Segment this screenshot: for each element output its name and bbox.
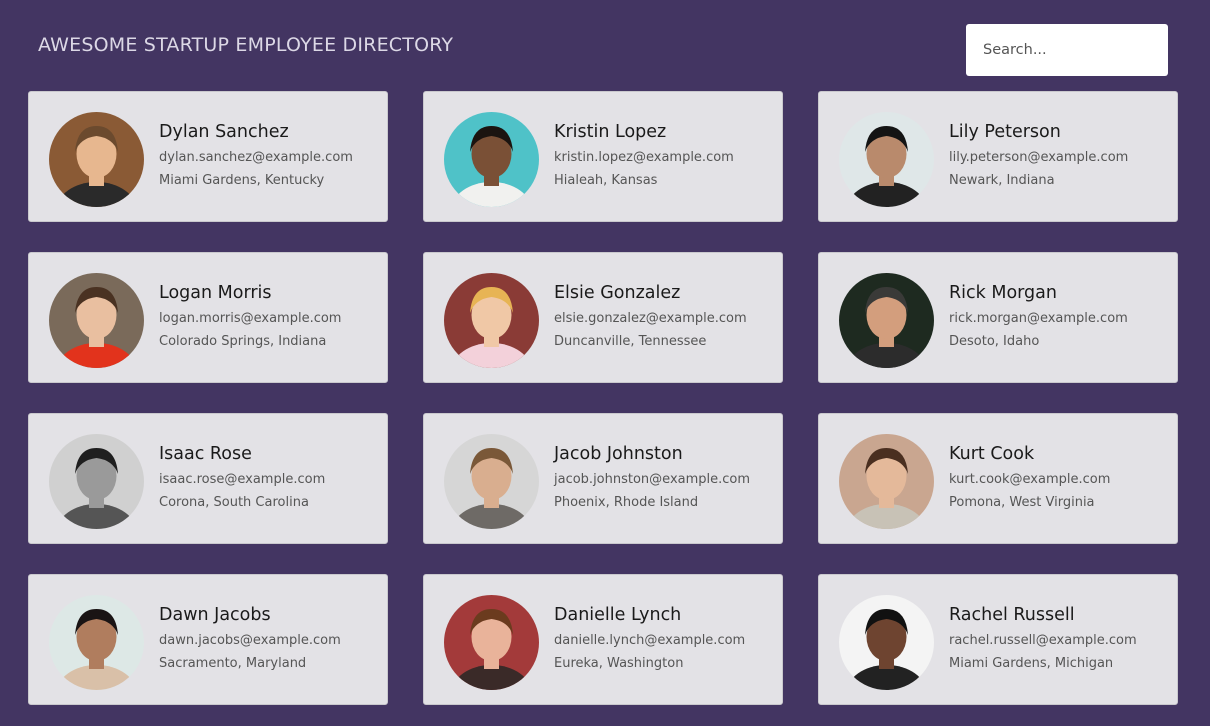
employee-location: Phoenix, Rhode Island <box>554 495 699 510</box>
employee-location: Duncanville, Tennessee <box>554 334 707 349</box>
employee-name: Kurt Cook <box>949 444 1035 464</box>
employee-name: Logan Morris <box>159 283 272 303</box>
employee-name: Rick Morgan <box>949 283 1057 303</box>
avatar <box>444 112 539 207</box>
employee-card[interactable]: Dawn Jacobs dawn.jacobs@example.com Sacr… <box>28 574 388 705</box>
employee-email: isaac.rose@example.com <box>159 472 326 487</box>
employee-email: kurt.cook@example.com <box>949 472 1111 487</box>
employee-card[interactable]: Jacob Johnston jacob.johnston@example.co… <box>423 413 783 544</box>
employee-email: kristin.lopez@example.com <box>554 150 734 165</box>
avatar <box>444 434 539 529</box>
avatar <box>49 434 144 529</box>
employee-card[interactable]: Kristin Lopez kristin.lopez@example.com … <box>423 91 783 222</box>
employee-location: Pomona, West Virginia <box>949 495 1095 510</box>
employee-location: Sacramento, Maryland <box>159 656 307 671</box>
employee-card[interactable]: Isaac Rose isaac.rose@example.com Corona… <box>28 413 388 544</box>
avatar <box>839 595 934 690</box>
employee-location: Eureka, Washington <box>554 656 684 671</box>
employee-name: Kristin Lopez <box>554 122 667 142</box>
employee-card[interactable]: Rachel Russell rachel.russell@example.co… <box>818 574 1178 705</box>
avatar <box>839 112 934 207</box>
employee-name: Dylan Sanchez <box>159 122 289 142</box>
employee-name: Danielle Lynch <box>554 605 682 625</box>
employee-name: Isaac Rose <box>159 444 252 464</box>
avatar <box>839 273 934 368</box>
employee-name: Elsie Gonzalez <box>554 283 681 303</box>
avatar <box>839 434 934 529</box>
employee-card[interactable]: Logan Morris logan.morris@example.com Co… <box>28 252 388 383</box>
employee-name: Lily Peterson <box>949 122 1061 142</box>
employee-email: elsie.gonzalez@example.com <box>554 311 747 326</box>
employee-location: Hialeah, Kansas <box>554 173 658 188</box>
employee-email: danielle.lynch@example.com <box>554 633 746 648</box>
employee-location: Colorado Springs, Indiana <box>159 334 327 349</box>
avatar <box>49 595 144 690</box>
employee-card[interactable]: Lily Peterson lily.peterson@example.com … <box>818 91 1178 222</box>
employee-grid: Dylan Sanchez dylan.sanchez@example.com … <box>28 91 1178 705</box>
employee-name: Dawn Jacobs <box>159 605 271 625</box>
employee-location: Miami Gardens, Michigan <box>949 656 1114 671</box>
employee-email: jacob.johnston@example.com <box>554 472 751 487</box>
avatar <box>444 595 539 690</box>
employee-name: Jacob Johnston <box>554 444 683 464</box>
employee-card[interactable]: Danielle Lynch danielle.lynch@example.co… <box>423 574 783 705</box>
employee-email: lily.peterson@example.com <box>949 150 1129 165</box>
page-title: AWESOME STARTUP EMPLOYEE DIRECTORY <box>38 34 454 56</box>
employee-email: logan.morris@example.com <box>159 311 342 326</box>
avatar <box>49 273 144 368</box>
employee-email: dawn.jacobs@example.com <box>159 633 341 648</box>
employee-card[interactable]: Dylan Sanchez dylan.sanchez@example.com … <box>28 91 388 222</box>
search-input[interactable] <box>966 24 1168 76</box>
employee-card[interactable]: Rick Morgan rick.morgan@example.com Deso… <box>818 252 1178 383</box>
employee-name: Rachel Russell <box>949 605 1075 625</box>
employee-location: Miami Gardens, Kentucky <box>159 173 325 188</box>
employee-location: Desoto, Idaho <box>949 334 1040 349</box>
avatar <box>444 273 539 368</box>
employee-email: dylan.sanchez@example.com <box>159 150 353 165</box>
employee-card[interactable]: Kurt Cook kurt.cook@example.com Pomona, … <box>818 413 1178 544</box>
employee-card[interactable]: Elsie Gonzalez elsie.gonzalez@example.co… <box>423 252 783 383</box>
employee-location: Newark, Indiana <box>949 173 1055 188</box>
employee-email: rick.morgan@example.com <box>949 311 1128 326</box>
avatar <box>49 112 144 207</box>
employee-email: rachel.russell@example.com <box>949 633 1137 648</box>
employee-location: Corona, South Carolina <box>159 495 309 510</box>
